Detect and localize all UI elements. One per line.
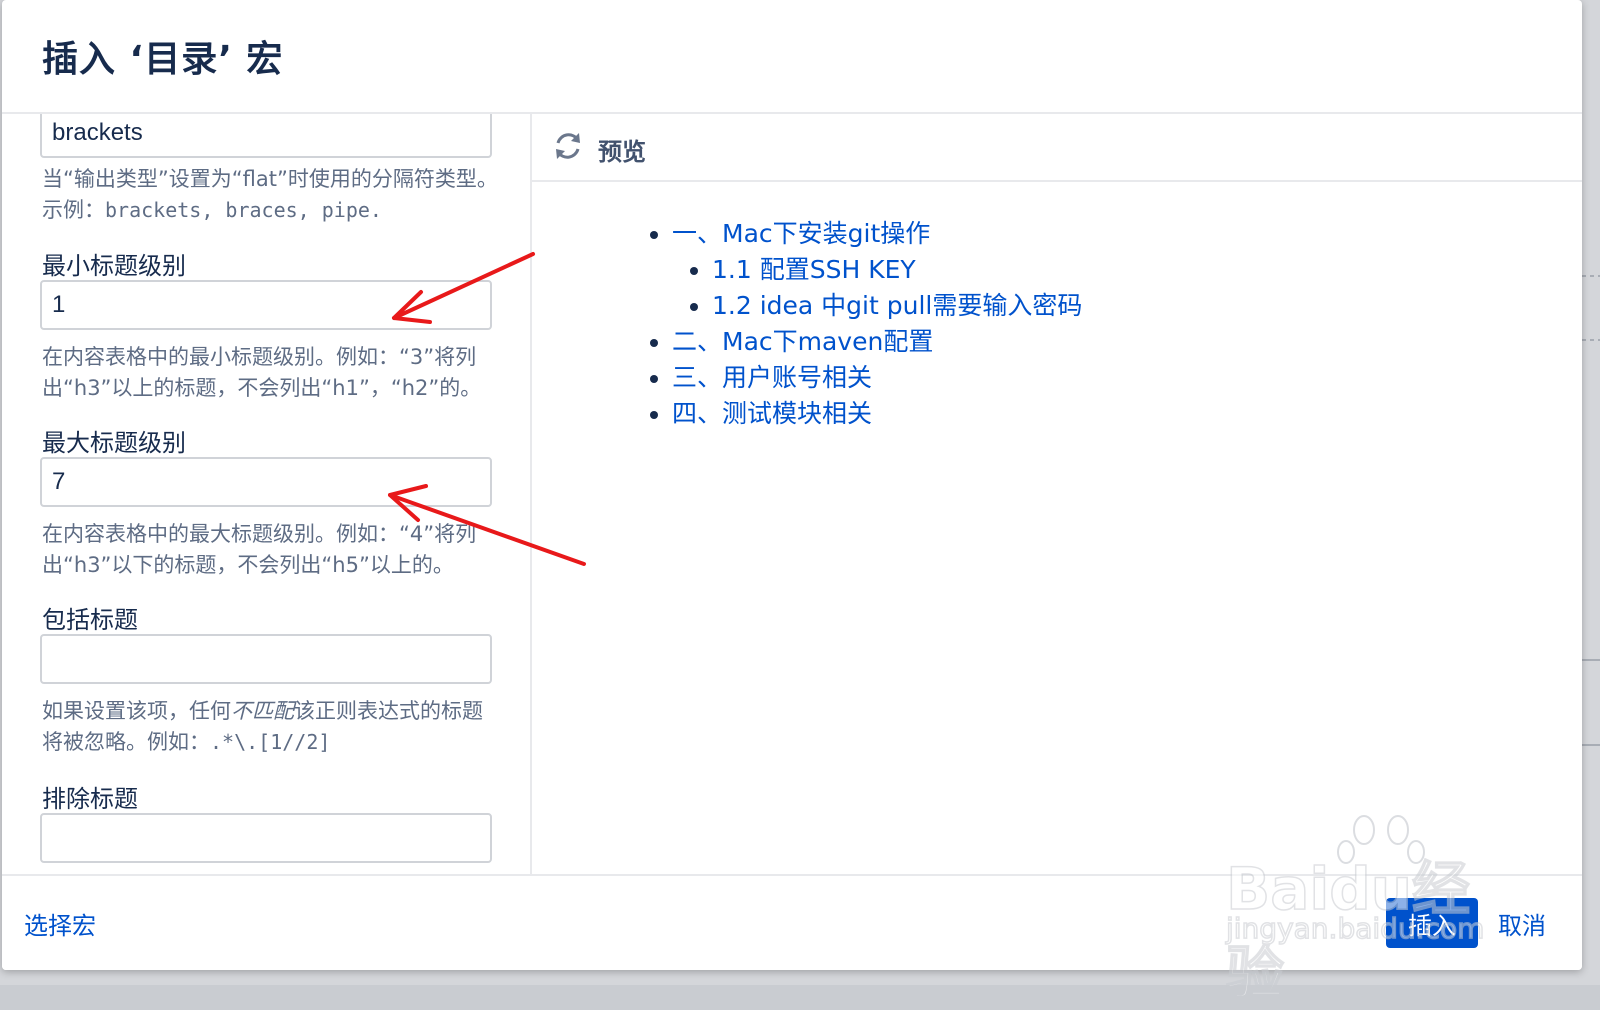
insert-button[interactable]: 插入 (1386, 898, 1478, 948)
macro-parameters-panel[interactable]: 当“输出类型”设置为“flat”时使用的分隔符类型。示例：brackets, b… (2, 114, 532, 874)
include-headings-label: 包括标题 (42, 600, 138, 635)
min-level-help: 在内容表格中的最小标题级别。例如：“3”将列出“h3”以上的标题，不会列出“h1… (42, 342, 502, 404)
toc-item[interactable]: 三、用户账号相关 (672, 360, 1082, 396)
max-level-help: 在内容表格中的最大标题级别。例如：“4”将列出“h3”以下的标题，不会列出“h5… (42, 519, 502, 581)
toc-link[interactable]: 三、用户账号相关 (672, 363, 872, 392)
refresh-icon[interactable] (552, 130, 584, 162)
preview-header: 预览 (532, 114, 1582, 182)
toc-sublist: 1.1 配置SSH KEY 1.2 idea 中git pull需要输入密码 (672, 252, 1082, 324)
toc-sublink[interactable]: 1.1 配置SSH KEY (712, 255, 916, 284)
max-level-label: 最大标题级别 (42, 423, 186, 458)
toc-preview: 一、Mac下安装git操作 1.1 配置SSH KEY 1.2 idea 中gi… (640, 216, 1082, 432)
include-headings-help: 如果设置该项，任何不匹配该正则表达式的标题将被忽略。例如：.*\.[1//2] (42, 696, 502, 758)
separator-help-code: brackets, braces, pipe. (105, 198, 382, 222)
cancel-link[interactable]: 取消 (1498, 906, 1546, 941)
toc-link[interactable]: 一、Mac下安装git操作 (672, 219, 930, 248)
min-level-input[interactable] (40, 280, 492, 330)
exclude-headings-input[interactable] (40, 813, 492, 863)
dialog-footer: 选择宏 插入 取消 (2, 874, 1582, 970)
toc-subitem[interactable]: 1.2 idea 中git pull需要输入密码 (712, 288, 1082, 324)
exclude-headings-label: 排除标题 (42, 779, 138, 814)
include-help-prefix: 如果设置该项，任何 (42, 699, 231, 723)
separator-help: 当“输出类型”设置为“flat”时使用的分隔符类型。示例：brackets, b… (42, 164, 502, 226)
insert-toc-macro-dialog: 插入 ‘目录’ 宏 当“输出类型”设置为“flat”时使用的分隔符类型。示例：b… (2, 0, 1582, 970)
toc-sublink[interactable]: 1.2 idea 中git pull需要输入密码 (712, 291, 1082, 320)
include-help-code: .*\.[1//2] (210, 730, 330, 754)
separator-input[interactable] (40, 114, 492, 158)
min-level-label: 最小标题级别 (42, 246, 186, 281)
dialog-header: 插入 ‘目录’ 宏 (2, 0, 1582, 114)
toc-item[interactable]: 四、测试模块相关 (672, 396, 1082, 432)
preview-panel: 预览 一、Mac下安装git操作 1.1 配置SSH KEY 1.2 idea … (532, 114, 1582, 874)
toc-item[interactable]: 一、Mac下安装git操作 1.1 配置SSH KEY 1.2 idea 中gi… (672, 216, 1082, 324)
toc-list: 一、Mac下安装git操作 1.1 配置SSH KEY 1.2 idea 中gi… (640, 216, 1082, 432)
toc-item[interactable]: 二、Mac下maven配置 (672, 324, 1082, 360)
select-macro-link[interactable]: 选择宏 (24, 906, 96, 941)
toc-link[interactable]: 二、Mac下maven配置 (672, 327, 933, 356)
preview-title: 预览 (598, 132, 646, 167)
include-headings-input[interactable] (40, 634, 492, 684)
toc-link[interactable]: 四、测试模块相关 (672, 399, 872, 428)
max-level-input[interactable] (40, 457, 492, 507)
dialog-title: 插入 ‘目录’ 宏 (42, 30, 283, 82)
include-help-em: 不匹配 (231, 699, 294, 723)
toc-subitem[interactable]: 1.1 配置SSH KEY (712, 252, 1082, 288)
